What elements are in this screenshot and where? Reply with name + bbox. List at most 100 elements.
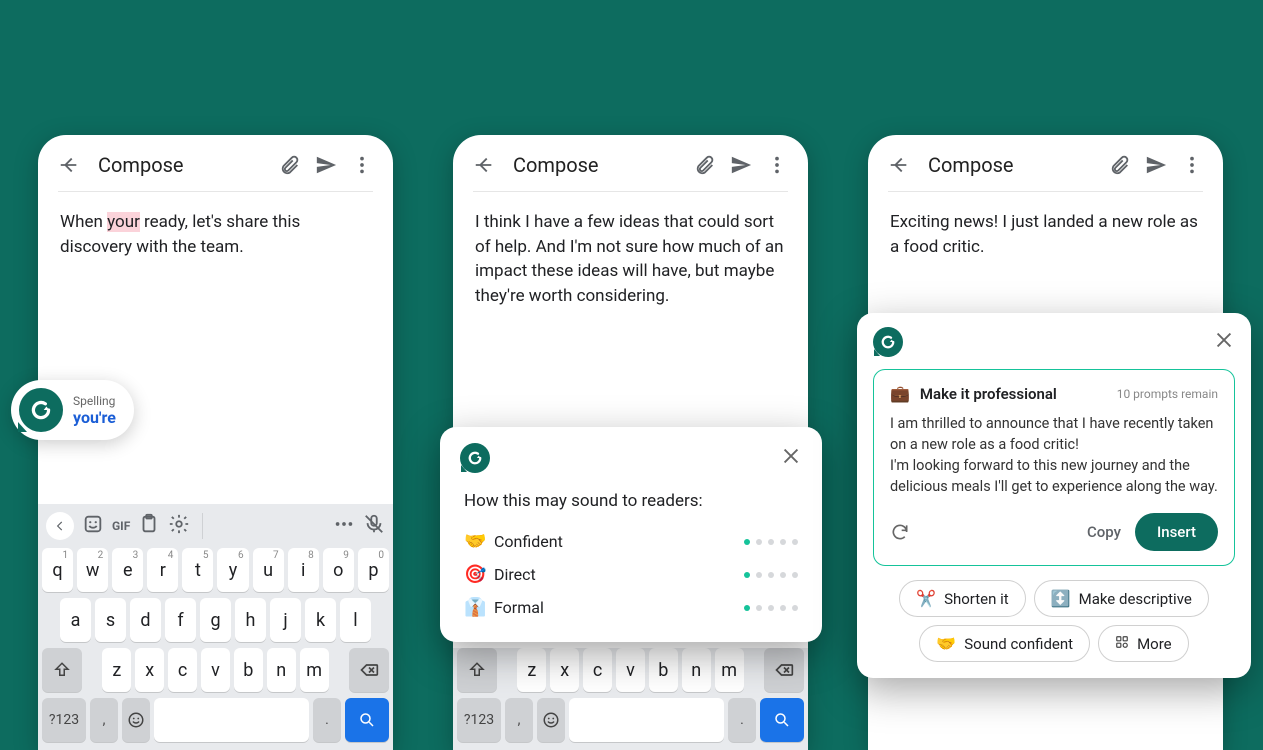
compose-topbar: Compose <box>453 135 808 191</box>
chip-label: More <box>1137 635 1172 653</box>
overflow-icon[interactable] <box>351 154 373 176</box>
send-icon[interactable] <box>1145 154 1167 176</box>
email-body[interactable]: Exciting news! I just landed a new role … <box>868 210 1223 259</box>
kb-row-4: ?123 , . <box>453 698 808 750</box>
chip-shorten[interactable]: ✂️Shorten it <box>899 580 1026 617</box>
key-s[interactable]: s <box>95 598 126 642</box>
mic-off-icon[interactable] <box>363 513 385 539</box>
key-x[interactable]: x <box>135 648 164 692</box>
chip-more[interactable]: More <box>1098 625 1189 662</box>
emoji-key[interactable] <box>122 698 150 742</box>
attach-icon[interactable] <box>694 154 716 176</box>
backspace-key[interactable] <box>764 648 804 692</box>
key-l[interactable]: l <box>340 598 371 642</box>
key-j[interactable]: j <box>270 598 301 642</box>
search-key[interactable] <box>345 698 389 742</box>
back-icon[interactable] <box>58 154 80 176</box>
regenerate-icon[interactable] <box>890 522 910 542</box>
settings-icon[interactable] <box>168 513 190 539</box>
attach-icon[interactable] <box>279 154 301 176</box>
back-icon[interactable] <box>888 154 910 176</box>
rewrite-chips: ✂️Shorten it ↕️Make descriptive 🤝Sound c… <box>873 580 1235 662</box>
send-icon[interactable] <box>730 154 752 176</box>
kb-collapse-icon[interactable] <box>46 512 74 540</box>
keyboard: GIF q1w2e3r4t5y6u7i8o9p0 asdfghjkl zxcvb… <box>38 504 393 750</box>
comma-key[interactable]: , <box>90 698 118 742</box>
shift-key[interactable] <box>42 648 82 692</box>
divider <box>58 191 373 192</box>
key-h[interactable]: h <box>235 598 266 642</box>
key-k[interactable]: k <box>305 598 336 642</box>
key-z[interactable]: z <box>517 648 546 692</box>
overflow-icon[interactable] <box>766 154 788 176</box>
key-q[interactable]: q1 <box>42 548 73 592</box>
more-dots-icon[interactable] <box>333 513 355 539</box>
search-key[interactable] <box>760 698 804 742</box>
key-v[interactable]: v <box>616 648 645 692</box>
key-v[interactable]: v <box>201 648 230 692</box>
close-icon[interactable] <box>1213 329 1235 355</box>
tone-row: 🎯Direct <box>460 558 802 591</box>
key-e[interactable]: e3 <box>112 548 143 592</box>
key-x[interactable]: x <box>550 648 579 692</box>
prompts-remaining: 10 prompts remain <box>1117 387 1218 401</box>
sym-key[interactable]: ?123 <box>457 698 501 742</box>
key-z[interactable]: z <box>102 648 131 692</box>
key-b[interactable]: b <box>649 648 678 692</box>
rewrite-suggestion-box: 💼 Make it professional 10 prompts remain… <box>873 369 1235 566</box>
key-p[interactable]: p0 <box>358 548 389 592</box>
compose-title: Compose <box>513 153 680 177</box>
key-n[interactable]: n <box>267 648 296 692</box>
key-f[interactable]: f <box>165 598 196 642</box>
kb-separator <box>202 513 203 539</box>
key-i[interactable]: i8 <box>288 548 319 592</box>
key-g[interactable]: g <box>200 598 231 642</box>
rewrite-title: Make it professional <box>920 385 1057 403</box>
key-o[interactable]: o9 <box>323 548 354 592</box>
key-c[interactable]: c <box>168 648 197 692</box>
sticker-icon[interactable] <box>82 513 104 539</box>
back-icon[interactable] <box>473 154 495 176</box>
key-m[interactable]: m <box>715 648 744 692</box>
key-u[interactable]: u7 <box>253 548 284 592</box>
comma-key[interactable]: , <box>505 698 533 742</box>
email-body[interactable]: I think I have a few ideas that could so… <box>453 210 808 309</box>
close-icon[interactable] <box>780 445 802 471</box>
key-w[interactable]: w2 <box>77 548 108 592</box>
clipboard-icon[interactable] <box>138 513 160 539</box>
chip-confident[interactable]: 🤝Sound confident <box>919 625 1090 662</box>
insert-button[interactable]: Insert <box>1135 513 1218 551</box>
key-a[interactable]: a <box>60 598 91 642</box>
key-c[interactable]: c <box>583 648 612 692</box>
gif-button[interactable]: GIF <box>112 519 130 533</box>
key-t[interactable]: t5 <box>182 548 213 592</box>
emoji-key[interactable] <box>537 698 565 742</box>
chip-descriptive[interactable]: ↕️Make descriptive <box>1034 580 1209 617</box>
suggestion-word[interactable]: you're <box>73 408 116 427</box>
period-key[interactable]: . <box>313 698 341 742</box>
period-key[interactable]: . <box>728 698 756 742</box>
backspace-key[interactable] <box>349 648 389 692</box>
key-r[interactable]: r4 <box>147 548 178 592</box>
tone-card: How this may sound to readers: 🤝Confiden… <box>440 427 822 642</box>
divider <box>888 191 1203 192</box>
overflow-icon[interactable] <box>1181 154 1203 176</box>
send-icon[interactable] <box>315 154 337 176</box>
kb-row-4: ?123 , . <box>38 698 393 750</box>
compose-title: Compose <box>928 153 1095 177</box>
sym-key[interactable]: ?123 <box>42 698 86 742</box>
key-y[interactable]: y6 <box>217 548 248 592</box>
space-key[interactable] <box>154 698 309 742</box>
space-key[interactable] <box>569 698 724 742</box>
key-n[interactable]: n <box>682 648 711 692</box>
key-m[interactable]: m <box>300 648 329 692</box>
copy-button[interactable]: Copy <box>1087 523 1121 541</box>
body-text-pre: When <box>60 212 107 232</box>
key-b[interactable]: b <box>234 648 263 692</box>
spelling-suggestion-bubble[interactable]: Spelling you're <box>11 380 134 440</box>
email-body[interactable]: When your ready, let's share this discov… <box>38 210 393 259</box>
key-d[interactable]: d <box>130 598 161 642</box>
attach-icon[interactable] <box>1109 154 1131 176</box>
spelling-highlight[interactable]: your <box>107 212 140 232</box>
shift-key[interactable] <box>457 648 497 692</box>
